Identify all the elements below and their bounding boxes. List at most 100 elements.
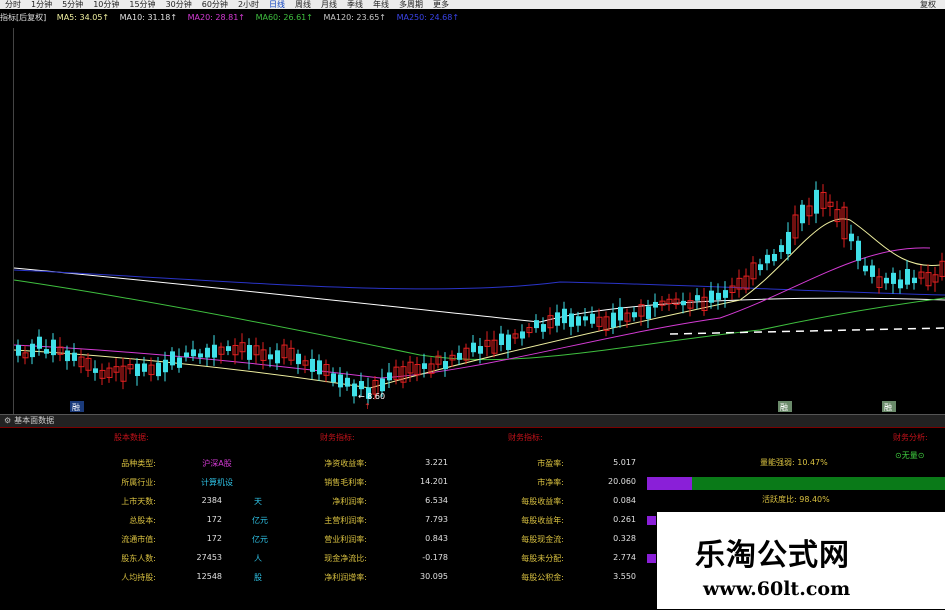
candle-body xyxy=(44,349,49,354)
candle-body xyxy=(16,345,21,356)
candle-body xyxy=(72,352,77,361)
activity-bar-fill xyxy=(647,477,692,490)
stock-unit: 人 xyxy=(254,554,262,563)
stock-label: 品种类型: xyxy=(121,459,156,468)
candle-body xyxy=(800,204,805,224)
watermark-title: 乐淘公式网 xyxy=(695,538,850,573)
per-share-label: 每股未分配: xyxy=(521,554,564,563)
candle-body xyxy=(226,346,231,351)
candle-body xyxy=(331,373,336,383)
candle-body xyxy=(870,265,875,277)
candle-body xyxy=(198,353,203,358)
stock-unit: 天 xyxy=(254,497,262,506)
watermark: 乐淘公式网 www.60lt.com xyxy=(657,512,945,609)
volume-strength: 量能强弱: 10.47% xyxy=(760,458,828,467)
header-financial-2: 财务指标: xyxy=(508,433,543,442)
candle-body xyxy=(772,254,777,262)
header-share-capital: 股本数据: xyxy=(114,433,149,442)
candle-body xyxy=(387,372,392,381)
candle-body xyxy=(212,344,217,358)
financial-label: 营业利润率: xyxy=(324,535,367,544)
candle-body xyxy=(905,268,910,285)
candle-body xyxy=(51,339,56,356)
candle-body xyxy=(569,313,574,327)
financial-label: 净利润率: xyxy=(332,497,367,506)
financial-value: 14.201 xyxy=(420,477,448,486)
candle-body xyxy=(247,344,252,360)
candle-body xyxy=(716,292,721,300)
per-share-value: 0.328 xyxy=(613,534,636,543)
candle-body xyxy=(142,363,147,372)
margin-marker: 融 xyxy=(72,402,80,412)
candle-body xyxy=(576,316,581,326)
stock-unit: 亿元 xyxy=(252,535,268,544)
margin-marker: 融 xyxy=(780,402,788,412)
candle-body xyxy=(457,352,462,360)
candle-body xyxy=(884,277,889,284)
per-share-label: 每股收益率: xyxy=(521,497,564,506)
per-share-value: 20.060 xyxy=(608,477,636,486)
candle-body xyxy=(520,331,525,339)
stock-value: 2384 xyxy=(201,496,222,505)
candle-body xyxy=(695,295,700,301)
financial-label: 净利润增率: xyxy=(324,573,367,582)
candle-body xyxy=(681,300,686,306)
no-volume-badge: ⊙无量⊙ xyxy=(895,451,925,460)
dashed-line xyxy=(669,327,945,335)
stock-unit: 亿元 xyxy=(252,516,268,525)
candlestick-chart[interactable]: ← 8.60↑ 融 融 融 xyxy=(0,0,945,414)
candle-body xyxy=(534,320,539,329)
stock-value: 172 xyxy=(206,534,222,543)
per-share-value: 0.084 xyxy=(613,496,636,505)
candle-body xyxy=(786,231,791,255)
candle-body xyxy=(723,290,728,298)
candle-body xyxy=(632,312,637,318)
candle-body xyxy=(352,383,357,397)
candle-body xyxy=(37,336,42,349)
tab-fundamentals[interactable]: 基本面数据 xyxy=(14,416,54,425)
candle-body xyxy=(380,378,385,392)
financial-value: 0.843 xyxy=(425,534,448,543)
candle-body xyxy=(65,350,70,362)
candle-body xyxy=(618,306,623,321)
financial-label: 销售毛利率: xyxy=(324,478,367,487)
financial-value: 7.793 xyxy=(425,515,448,524)
candle-body xyxy=(506,334,511,350)
stock-value: 12548 xyxy=(196,572,222,581)
financial-label: 主营利润率: xyxy=(324,516,367,525)
stock-label: 人均持股: xyxy=(121,573,156,582)
stock-label: 上市天数: xyxy=(121,497,156,506)
candle-body xyxy=(611,312,616,328)
candle-body xyxy=(779,245,784,252)
ma-line-0 xyxy=(13,267,945,323)
candle-body xyxy=(583,316,588,321)
candle-body xyxy=(422,363,427,369)
candle-body xyxy=(653,301,658,308)
candle-body xyxy=(310,358,315,372)
ma-line-4 xyxy=(13,218,941,389)
candle-body xyxy=(345,377,350,387)
candle-body xyxy=(359,381,364,390)
candle-body xyxy=(177,357,182,368)
per-share-label: 市净率: xyxy=(537,478,564,487)
financial-value: 3.221 xyxy=(425,458,448,467)
per-share-label: 每股公积金: xyxy=(521,573,564,582)
per-share-label: 每股收益年: xyxy=(521,516,564,525)
candle-body xyxy=(562,308,567,324)
legend-swatch xyxy=(647,554,656,563)
activity-bar-track xyxy=(647,477,945,490)
candle-body xyxy=(30,343,35,358)
financial-value: 30.095 xyxy=(420,572,448,581)
stock-value: 沪深A股 xyxy=(202,459,232,468)
candle-body xyxy=(296,353,301,365)
candle-body xyxy=(898,279,903,289)
candle-body xyxy=(163,359,168,373)
per-share-value: 3.550 xyxy=(613,572,636,581)
candle-body xyxy=(338,374,343,388)
stock-value: 27453 xyxy=(196,553,222,562)
per-share-value: 0.261 xyxy=(613,515,636,524)
settings-icon[interactable]: ⚙ xyxy=(4,416,11,425)
margin-marker: 融 xyxy=(884,402,892,412)
candle-body xyxy=(268,354,273,360)
per-share-label: 每股现金流: xyxy=(521,535,564,544)
